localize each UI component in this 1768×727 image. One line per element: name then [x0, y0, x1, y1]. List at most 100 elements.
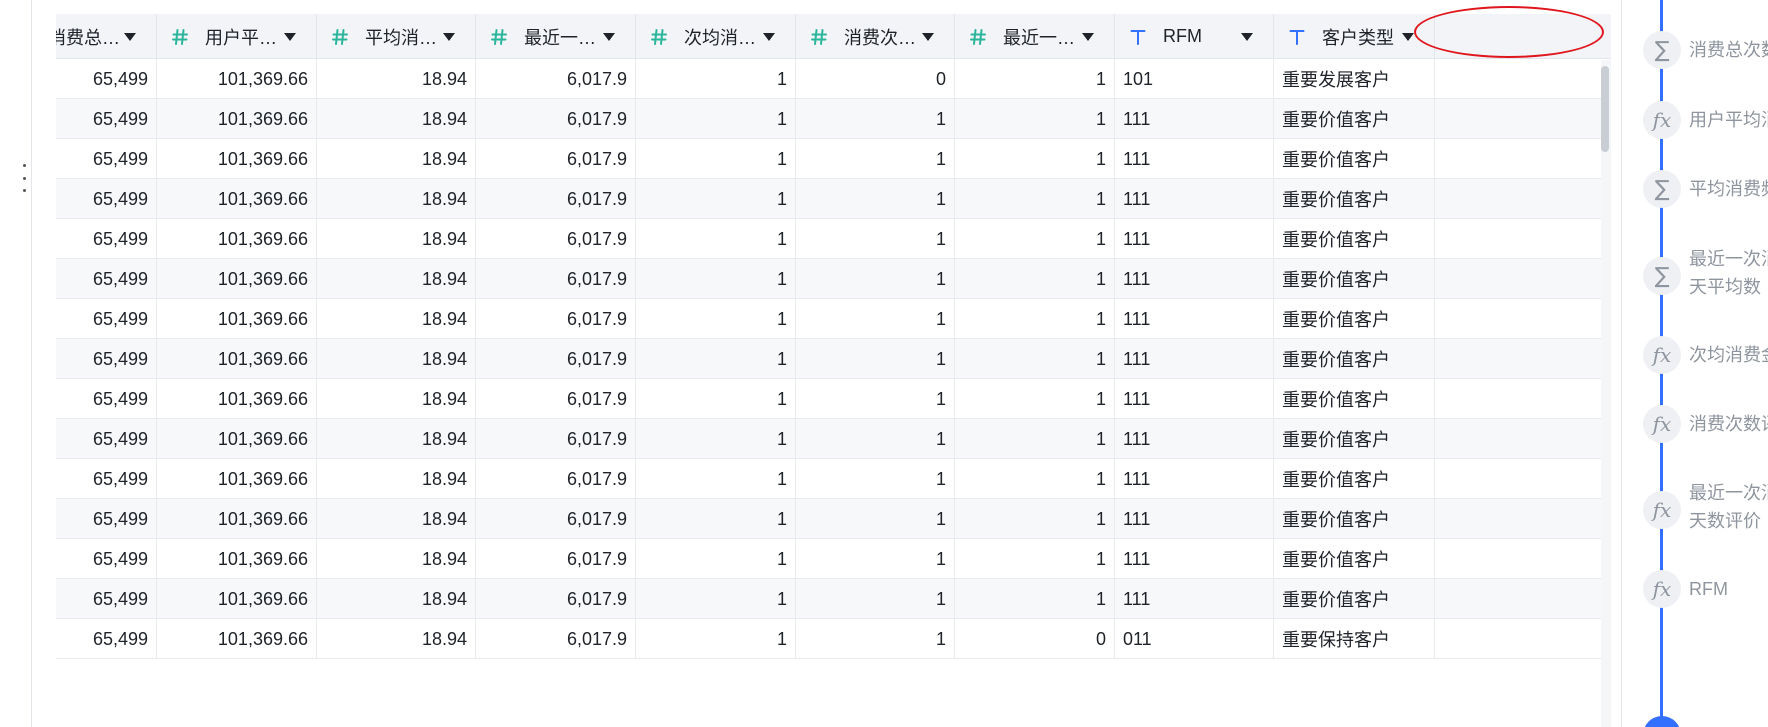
step-item[interactable]: fx 最近一次消天数评价	[1643, 478, 1768, 550]
table-cell[interactable]: 1	[636, 179, 796, 219]
table-cell[interactable]: 18.94	[317, 419, 476, 459]
table-cell[interactable]: 18.94	[317, 99, 476, 139]
table-cell[interactable]: 111	[1115, 219, 1274, 259]
table-cell[interactable]: 101	[1115, 59, 1274, 99]
caret-down-icon[interactable]	[763, 32, 775, 41]
table-cell[interactable]: 65,499	[56, 619, 157, 659]
table-cell[interactable]: 6,017.9	[476, 419, 636, 459]
table-cell[interactable]: 1	[636, 59, 796, 99]
step-item[interactable]: ∑ 消费总次数	[1643, 28, 1768, 100]
table-cell[interactable]: 18.94	[317, 59, 476, 99]
table-cell[interactable]: 101,369.66	[157, 539, 317, 579]
table-cell[interactable]: 重要保持客户	[1274, 619, 1435, 659]
table-cell[interactable]: 1	[796, 499, 955, 539]
table-cell[interactable]: 101,369.66	[157, 219, 317, 259]
table-cell[interactable]: 111	[1115, 499, 1274, 539]
column-header[interactable]: 平均消…	[317, 14, 476, 59]
caret-down-icon[interactable]	[443, 32, 455, 41]
column-header[interactable]: 客户类型	[1274, 14, 1435, 59]
caret-down-icon[interactable]	[922, 32, 934, 41]
step-item[interactable]: fx RFM	[1643, 567, 1768, 639]
table-cell[interactable]: 101,369.66	[157, 59, 317, 99]
table-cell[interactable]: 011	[1115, 619, 1274, 659]
table-cell[interactable]: 65,499	[56, 579, 157, 619]
table-cell[interactable]: 111	[1115, 179, 1274, 219]
step-item[interactable]: ∑ 最近一次消天平均数	[1643, 244, 1768, 316]
table-cell[interactable]: 1	[636, 139, 796, 179]
table-cell[interactable]: 101,369.66	[157, 619, 317, 659]
caret-down-icon[interactable]	[603, 32, 615, 41]
table-cell[interactable]: 18.94	[317, 339, 476, 379]
table-cell[interactable]: 重要价值客户	[1274, 139, 1435, 179]
table-cell[interactable]: 18.94	[317, 179, 476, 219]
table-cell[interactable]: 1	[636, 219, 796, 259]
table-cell[interactable]: 1	[796, 179, 955, 219]
table-cell[interactable]: 0	[955, 619, 1115, 659]
table-cell[interactable]: 1	[636, 379, 796, 419]
column-header[interactable]: RFM	[1115, 14, 1274, 59]
table-cell[interactable]: 111	[1115, 419, 1274, 459]
table-cell[interactable]: 1	[796, 219, 955, 259]
table-row[interactable]: 65,499 101,369.66 18.94 6,017.9 1 1 1 111 重要价值客户	[56, 539, 1617, 579]
table-cell[interactable]: 重要价值客户	[1274, 339, 1435, 379]
table-cell[interactable]: 6,017.9	[476, 139, 636, 179]
table-row[interactable]: 65,499 101,369.66 18.94 6,017.9 1 1 1 111 重要价值客户	[56, 139, 1617, 179]
table-cell[interactable]: 1	[796, 139, 955, 179]
table-cell[interactable]: 重要价值客户	[1274, 179, 1435, 219]
table-cell[interactable]: 6,017.9	[476, 379, 636, 419]
table-cell[interactable]: 65,499	[56, 59, 157, 99]
table-cell[interactable]: 6,017.9	[476, 259, 636, 299]
table-cell[interactable]: 1	[636, 619, 796, 659]
table-cell[interactable]: 6,017.9	[476, 459, 636, 499]
table-cell[interactable]: 1	[955, 99, 1115, 139]
table-row[interactable]: 65,499 101,369.66 18.94 6,017.9 1 1 1 111 重要价值客户	[56, 459, 1617, 499]
table-row[interactable]: 65,499 101,369.66 18.94 6,017.9 1 1 1 111 重要价值客户	[56, 419, 1617, 459]
table-cell[interactable]: 1	[955, 259, 1115, 299]
table-cell[interactable]: 重要价值客户	[1274, 299, 1435, 339]
table-cell[interactable]: 1	[636, 539, 796, 579]
column-header[interactable]: 用户平…	[157, 14, 317, 59]
table-row[interactable]: 65,499 101,369.66 18.94 6,017.9 1 1 1 111 重要价值客户	[56, 499, 1617, 539]
column-header[interactable]: 消费次…	[796, 14, 955, 59]
table-cell[interactable]: 18.94	[317, 219, 476, 259]
table-cell[interactable]: 重要价值客户	[1274, 259, 1435, 299]
table-cell[interactable]: 101,369.66	[157, 499, 317, 539]
table-cell[interactable]: 1	[636, 259, 796, 299]
table-cell[interactable]: 1	[955, 539, 1115, 579]
table-cell[interactable]: 1	[955, 379, 1115, 419]
table-cell[interactable]: 1	[955, 59, 1115, 99]
table-cell[interactable]: 6,017.9	[476, 499, 636, 539]
table-row[interactable]: 65,499 101,369.66 18.94 6,017.9 1 1 0 011 重要保持客户	[56, 619, 1617, 659]
table-cell[interactable]: 111	[1115, 339, 1274, 379]
table-cell[interactable]: 1	[636, 579, 796, 619]
table-row[interactable]: 65,499 101,369.66 18.94 6,017.9 1 1 1 111 重要价值客户	[56, 339, 1617, 379]
table-cell[interactable]: 1	[796, 459, 955, 499]
table-cell[interactable]: 1	[955, 579, 1115, 619]
table-cell[interactable]: 重要发展客户	[1274, 59, 1435, 99]
table-cell[interactable]: 1	[955, 339, 1115, 379]
table-cell[interactable]: 65,499	[56, 219, 157, 259]
table-cell[interactable]: 1	[796, 299, 955, 339]
table-cell[interactable]: 1	[636, 99, 796, 139]
caret-down-icon[interactable]	[1241, 32, 1253, 41]
table-cell[interactable]: 重要价值客户	[1274, 499, 1435, 539]
table-cell[interactable]: 65,499	[56, 179, 157, 219]
table-cell[interactable]: 1	[955, 499, 1115, 539]
table-cell[interactable]: 111	[1115, 259, 1274, 299]
table-row[interactable]: 65,499 101,369.66 18.94 6,017.9 1 1 1 111 重要价值客户	[56, 379, 1617, 419]
table-cell[interactable]: 101,369.66	[157, 299, 317, 339]
table-cell[interactable]: 重要价值客户	[1274, 459, 1435, 499]
table-cell[interactable]: 101,369.66	[157, 419, 317, 459]
table-cell[interactable]: 1	[796, 539, 955, 579]
table-cell[interactable]: 101,369.66	[157, 459, 317, 499]
table-row[interactable]: 65,499 101,369.66 18.94 6,017.9 1 1 1 111 重要价值客户	[56, 299, 1617, 339]
table-cell[interactable]: 65,499	[56, 419, 157, 459]
table-cell[interactable]: 111	[1115, 299, 1274, 339]
table-row[interactable]: 65,499 101,369.66 18.94 6,017.9 1 1 1 111 重要价值客户	[56, 219, 1617, 259]
table-cell[interactable]: 1	[955, 219, 1115, 259]
table-cell[interactable]: 1	[955, 459, 1115, 499]
table-cell[interactable]: 1	[955, 419, 1115, 459]
table-cell[interactable]: 1	[636, 339, 796, 379]
table-row[interactable]: 65,499 101,369.66 18.94 6,017.9 1 1 1 111 重要价值客户	[56, 259, 1617, 299]
table-cell[interactable]: 6,017.9	[476, 619, 636, 659]
